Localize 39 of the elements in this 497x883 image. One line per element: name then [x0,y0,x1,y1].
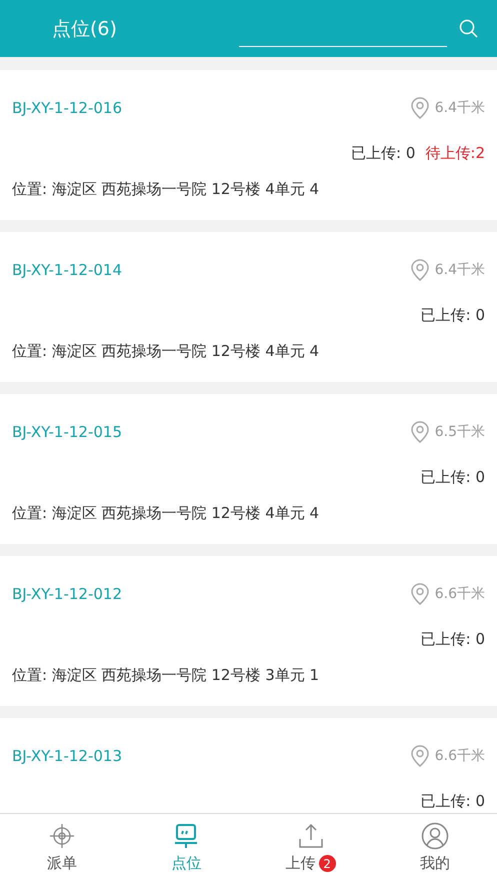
point-code: BJ-XY-1-12-015 [12,423,122,441]
point-code: BJ-XY-1-12-012 [12,585,122,603]
address-text: 位置: 海淀区 西苑操场一号院 12号楼 4单元 4 [12,180,320,198]
distance-text: 6.5千米 [434,423,485,441]
uploaded-count: 已上传: 0 [420,468,485,486]
location-pin-icon [410,97,429,119]
location-pin-icon [410,421,429,443]
address-text: 位置: 海淀区 西苑操场一号院 12号楼 3单元 1 [12,666,320,684]
uploaded-count: 已上传: 0 [351,144,416,162]
distance-text: 6.6千米 [434,585,485,603]
search-icon[interactable] [459,18,479,38]
location-pin-icon [410,745,429,767]
tab-item[interactable]: 我的 [372,814,497,883]
location-pin-icon [410,259,429,281]
point-card[interactable]: BJ-XY-1-12-015 6.5千米 已上传: 0 位置: 海淀区 西苑操场一号院 12号楼 4单元 4 [0,394,497,544]
point-code: BJ-XY-1-12-013 [12,747,122,765]
uploaded-count: 已上传: 0 [420,306,485,324]
profile-icon [420,822,449,850]
crosshair-icon [48,822,76,850]
uploaded-count: 已上传: 0 [420,630,485,648]
point-code: BJ-XY-1-12-016 [12,99,122,117]
location-pin-icon [410,583,429,605]
count-badge: 2 [318,855,336,872]
address-text: 位置: 海淀区 西苑操场一号院 12号楼 4单元 4 [12,504,320,522]
uploaded-count: 已上传: 0 [420,792,485,810]
address-text: 位置: 海淀区 西苑操场一号院 12号楼 4单元 4 [12,342,320,360]
distance-text: 6.6千米 [434,747,485,765]
point-card[interactable]: BJ-XY-1-12-014 6.4千米 已上传: 0 位置: 海淀区 西苑操场一号院 12号楼 4单元 4 [0,232,497,382]
pending-count: 待上传:2 [425,144,485,162]
upload-icon [296,822,325,850]
point-card[interactable]: BJ-XY-1-12-016 6.4千米 已上传: 0 待上传:2 位置: 海淀区 西苑操场一号院 12号楼 4单元 4 [0,70,497,220]
point-code: BJ-XY-1-12-014 [12,261,122,279]
distance-text: 6.4千米 [434,261,485,279]
tab-item[interactable]: 上传 2 [248,814,373,883]
tab-item[interactable]: 派单 [0,814,124,883]
page-title: 点位(6) [52,16,118,42]
distance-text: 6.4千米 [434,99,485,117]
point-card[interactable]: BJ-XY-1-12-012 6.6千米 已上传: 0 位置: 海淀区 西苑操场一号院 12号楼 3单元 1 [0,556,497,706]
point-card[interactable]: BJ-XY-1-12-013 6.6千米 已上传: 0 [0,718,497,813]
